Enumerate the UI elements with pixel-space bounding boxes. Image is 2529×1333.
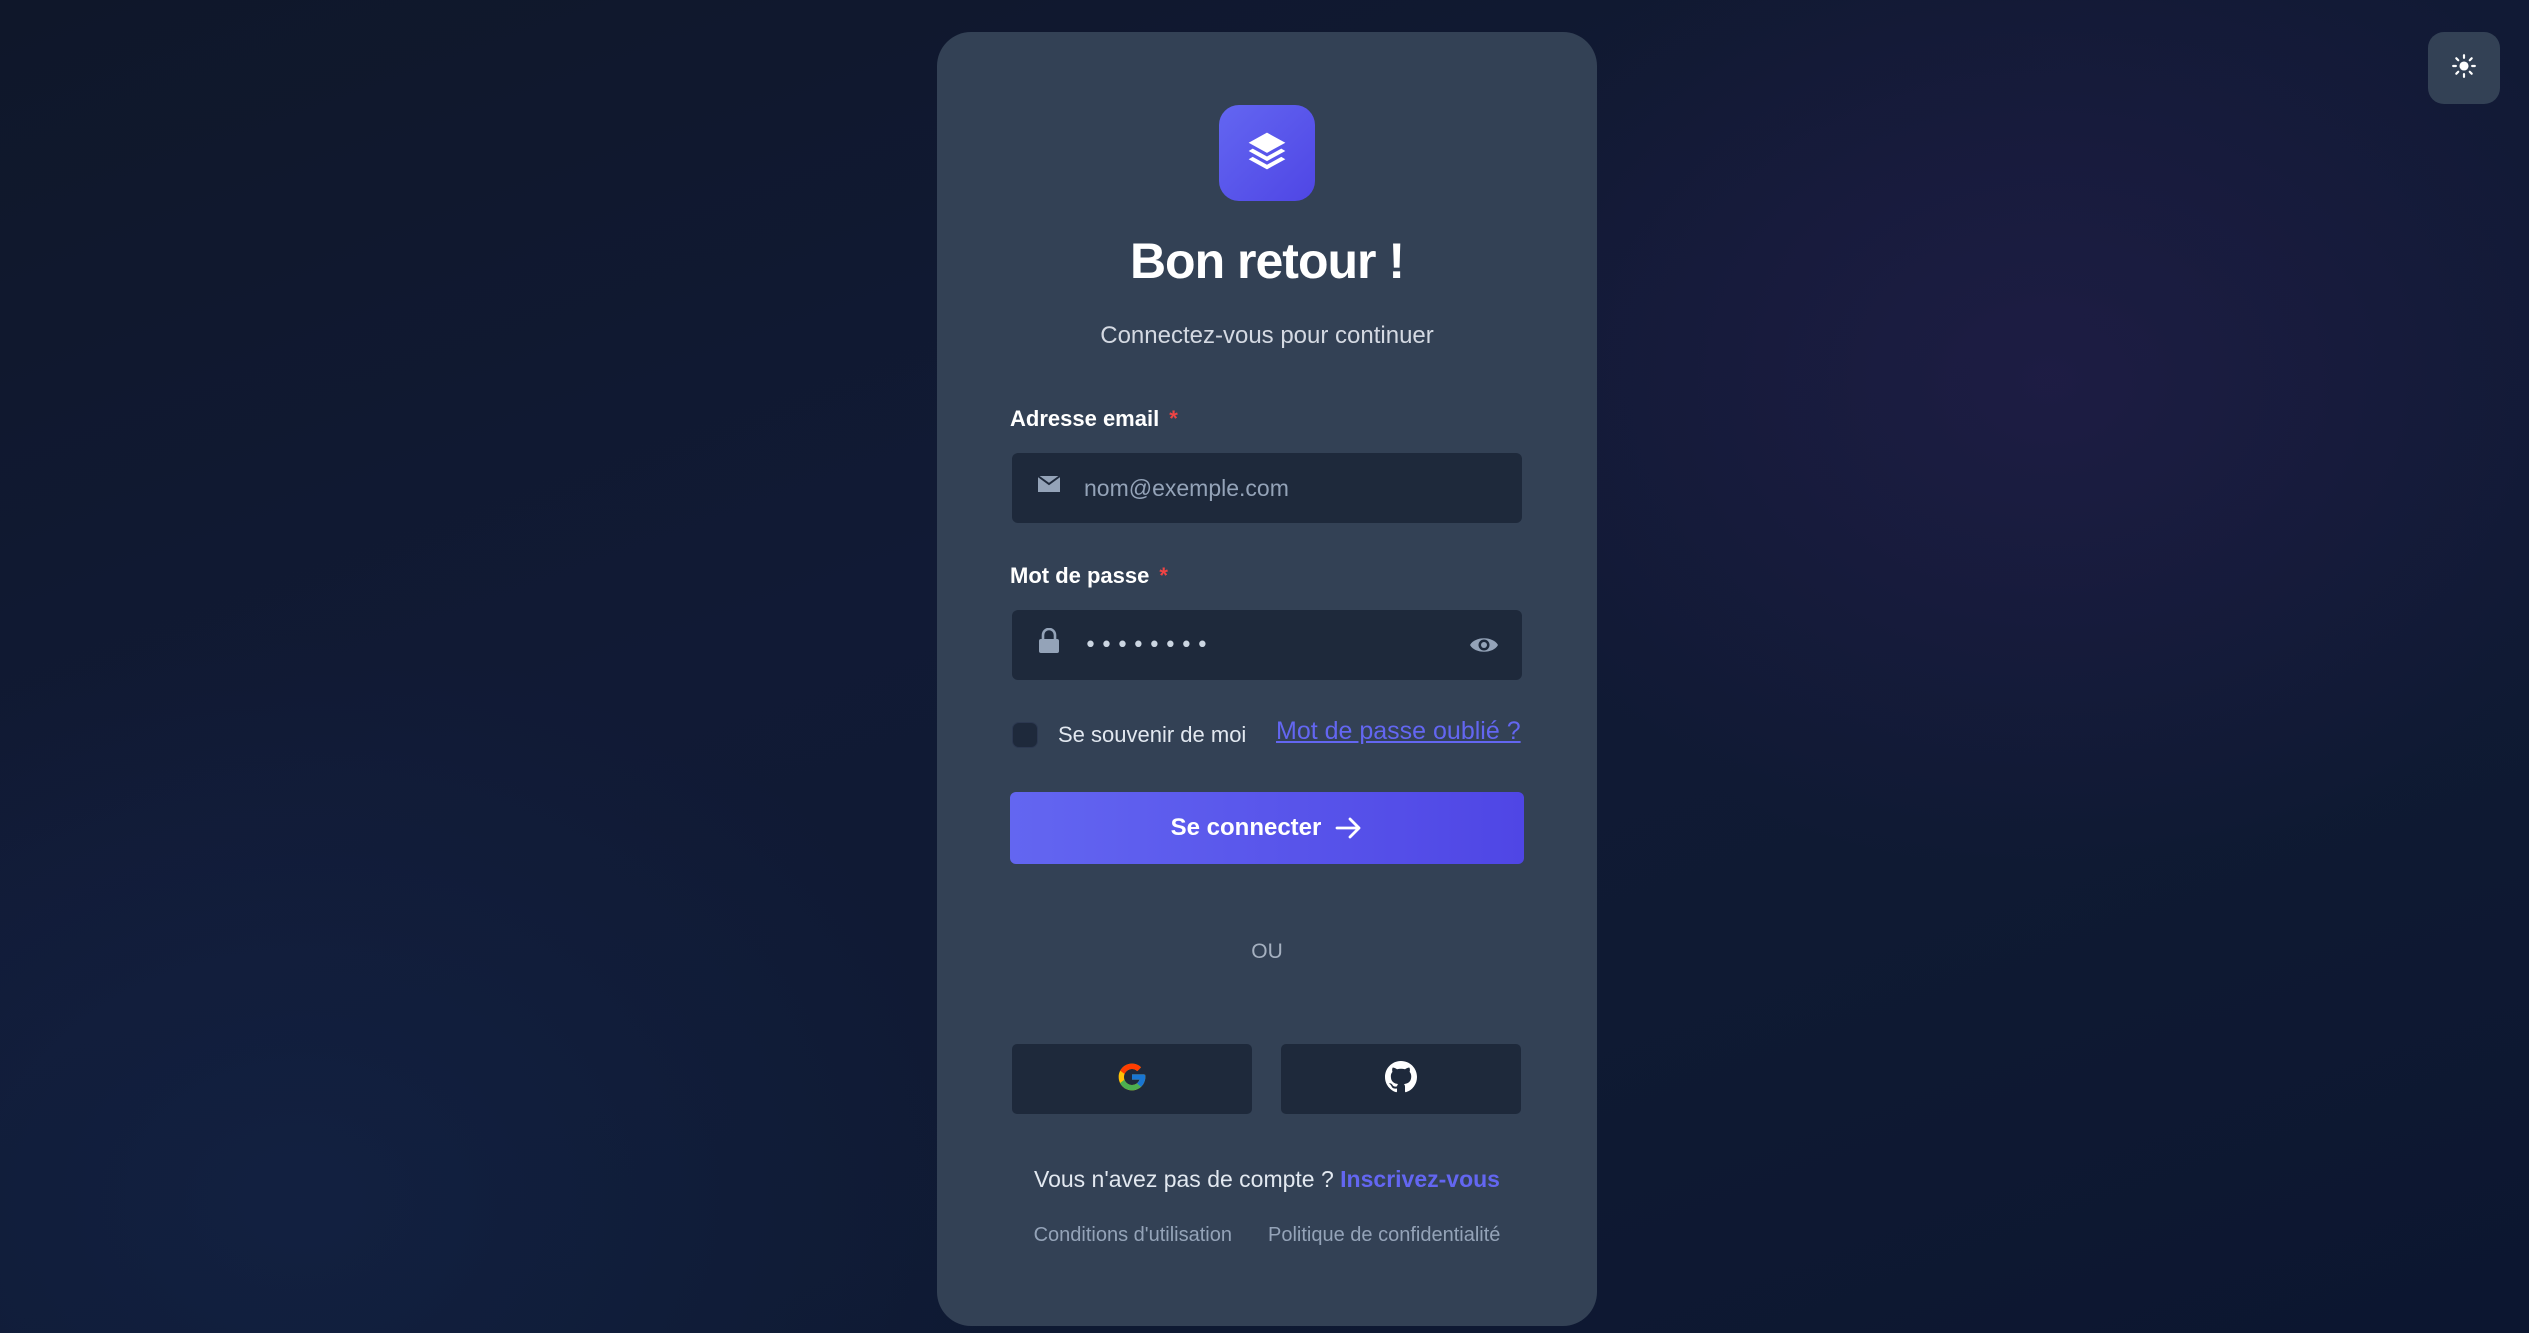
login-card: Bon retour ! Connectez-vous pour continu… bbox=[937, 32, 1597, 1326]
divider-text: OU bbox=[1251, 940, 1283, 963]
required-mark: * bbox=[1169, 406, 1178, 431]
sun-icon bbox=[2451, 53, 2477, 84]
remember-checkbox[interactable] bbox=[1012, 722, 1038, 748]
lock-icon bbox=[1036, 628, 1062, 654]
eye-icon[interactable] bbox=[1468, 630, 1500, 660]
signup-prompt-text: Vous n'avez pas de compte ? bbox=[1034, 1166, 1334, 1192]
mail-icon bbox=[1036, 471, 1062, 497]
password-label: Mot de passe * bbox=[1010, 563, 1168, 589]
email-input[interactable] bbox=[1084, 453, 1464, 523]
footer-links: Conditions d'utilisation Politique de co… bbox=[937, 1224, 1597, 1247]
remember-label: Se souvenir de moi bbox=[1058, 722, 1247, 747]
arrow-right-icon bbox=[1335, 816, 1363, 840]
footer-separator bbox=[1232, 1224, 1268, 1247]
required-mark: * bbox=[1159, 563, 1168, 588]
password-field[interactable]: •••••••• bbox=[1012, 610, 1522, 680]
privacy-link[interactable]: Politique de confidentialité bbox=[1268, 1224, 1500, 1247]
email-label-text: Adresse email bbox=[1010, 406, 1160, 431]
layers-icon bbox=[1245, 129, 1289, 178]
page-subtitle: Connectez-vous pour continuer bbox=[1100, 322, 1434, 349]
terms-link[interactable]: Conditions d'utilisation bbox=[1034, 1224, 1232, 1247]
remember-me[interactable]: Se souvenir de moi bbox=[1012, 722, 1246, 748]
github-login-button[interactable] bbox=[1281, 1044, 1521, 1114]
page-title: Bon retour ! bbox=[1129, 233, 1405, 289]
login-button[interactable]: Se connecter bbox=[1010, 792, 1524, 864]
login-button-label: Se connecter bbox=[1170, 814, 1322, 841]
password-label-text: Mot de passe bbox=[1010, 563, 1150, 588]
email-field bbox=[1012, 453, 1522, 523]
theme-toggle-button[interactable] bbox=[2428, 32, 2500, 104]
forgot-password-link[interactable]: Mot de passe oublié ? bbox=[1276, 717, 1521, 746]
github-icon bbox=[1385, 1060, 1417, 1098]
email-label: Adresse email * bbox=[1010, 406, 1178, 432]
google-icon bbox=[1116, 1061, 1148, 1098]
password-input[interactable]: •••••••• bbox=[1084, 610, 1212, 680]
google-login-button[interactable] bbox=[1012, 1044, 1252, 1114]
signup-prompt: Vous n'avez pas de compte ? Inscrivez-vo… bbox=[937, 1166, 1597, 1193]
signup-link[interactable]: Inscrivez-vous bbox=[1340, 1166, 1500, 1192]
app-logo bbox=[1219, 105, 1315, 201]
